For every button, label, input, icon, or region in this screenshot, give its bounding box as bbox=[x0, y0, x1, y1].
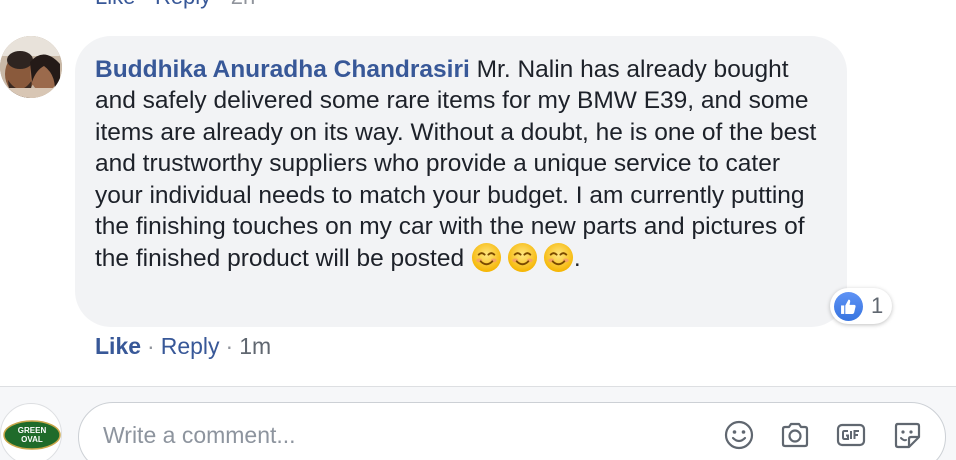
comment-actions: Like · Reply · 1m bbox=[95, 331, 271, 361]
separator: · bbox=[225, 333, 234, 359]
comment-bubble: Buddhika Anuradha Chandrasiri Mr. Nalin … bbox=[75, 36, 847, 327]
gif-icon[interactable] bbox=[835, 419, 867, 451]
camera-icon[interactable] bbox=[779, 419, 811, 451]
thumbs-up-icon bbox=[834, 291, 863, 321]
avatar[interactable]: GREEN OVAL bbox=[0, 403, 62, 460]
separator: · bbox=[147, 333, 155, 359]
smiling-face-icon bbox=[543, 243, 573, 273]
comment-timestamp[interactable]: 1m bbox=[239, 333, 271, 359]
separator: · bbox=[217, 0, 224, 9]
previous-like-link[interactable]: Like bbox=[95, 0, 135, 9]
avatar[interactable] bbox=[0, 36, 62, 98]
logo-text-line1: GREEN bbox=[18, 426, 47, 435]
reply-link[interactable]: Reply bbox=[161, 333, 220, 359]
previous-reply-link[interactable]: Reply bbox=[155, 0, 211, 9]
previous-comment-actions: Like · Reply · 2h bbox=[95, 0, 255, 10]
smiling-face-icon bbox=[507, 243, 537, 273]
comment-author-link[interactable]: Buddhika Anuradha Chandrasiri bbox=[95, 56, 470, 83]
previous-timestamp[interactable]: 2h bbox=[231, 0, 255, 9]
green-oval-logo: GREEN OVAL bbox=[3, 420, 61, 450]
emoji-icon[interactable] bbox=[723, 419, 755, 451]
separator: · bbox=[141, 0, 148, 9]
smiling-face-icon bbox=[471, 243, 501, 273]
logo-text-line2: OVAL bbox=[21, 435, 43, 444]
like-link[interactable]: Like bbox=[95, 333, 141, 359]
comment-body: Buddhika Anuradha Chandrasiri Mr. Nalin … bbox=[95, 54, 827, 275]
comment-text: Mr. Nalin has already bought and safely … bbox=[95, 56, 817, 273]
comment-input[interactable] bbox=[78, 402, 946, 460]
comment-trailing-period: . bbox=[573, 245, 581, 273]
reaction-summary[interactable]: 1 bbox=[830, 288, 892, 324]
comment-thread: Like · Reply · 2h Buddhika Anuradha Chan… bbox=[0, 0, 956, 460]
sticker-icon[interactable] bbox=[891, 419, 923, 451]
reaction-count: 1 bbox=[871, 293, 884, 318]
avatar-photo bbox=[0, 36, 62, 98]
emoji-group bbox=[471, 243, 574, 273]
